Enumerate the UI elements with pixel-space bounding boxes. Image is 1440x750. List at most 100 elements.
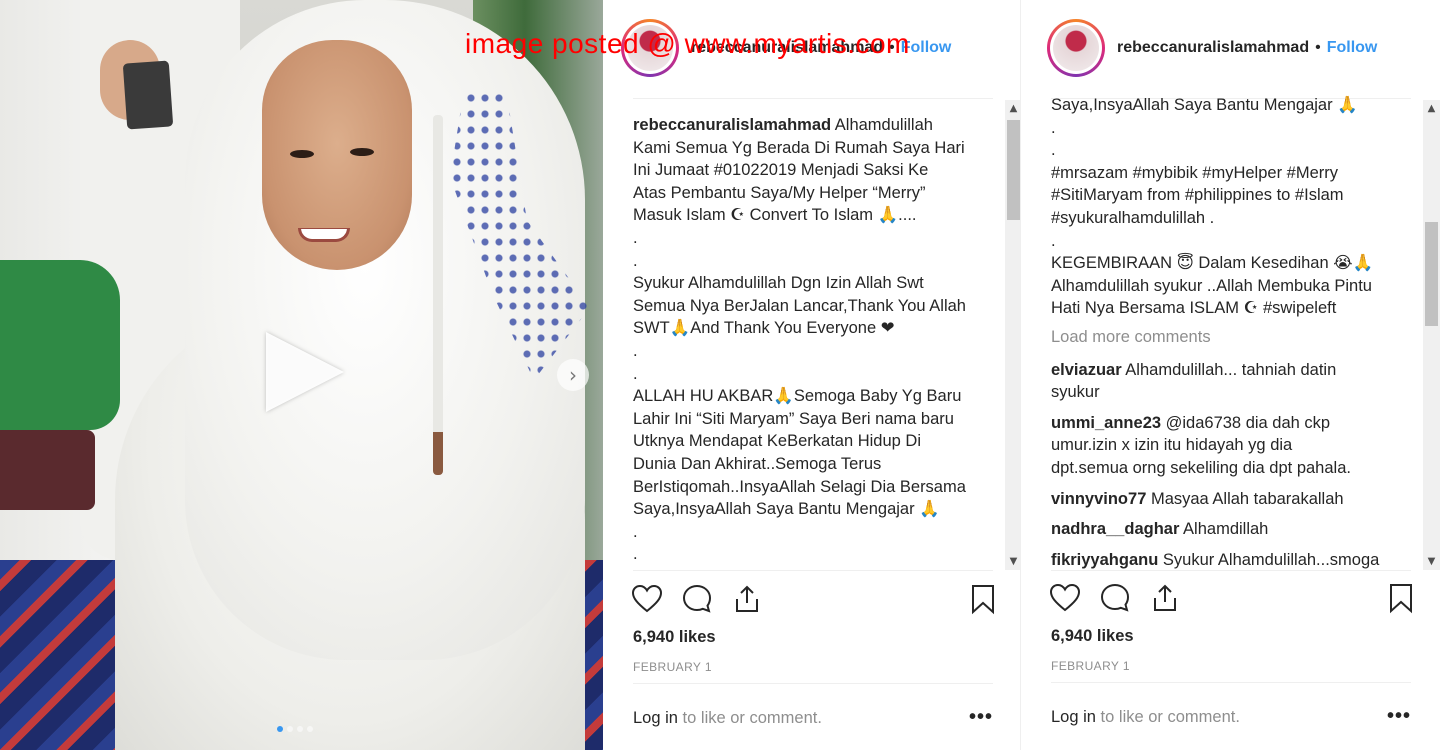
caption-text: . <box>633 228 638 247</box>
caption-text: . <box>633 341 638 360</box>
play-icon[interactable] <box>266 332 344 412</box>
caption-text: Ini Jumaat #01022019 Menjadi Saksi Ke <box>633 161 929 180</box>
caption-line: Kami Semua Yg Berada Di Rumah Saya Hari <box>633 137 1005 160</box>
caption-text: Atas Pembantu Saya/My Helper “Merry” <box>633 183 926 202</box>
caption-area[interactable]: Saya,InsyaAllah Saya Bantu Mengajar 🙏.. #… <box>1051 94 1423 570</box>
actions-divider <box>633 570 993 571</box>
comment-username[interactable]: vinnyvino77 <box>1051 490 1146 508</box>
caption-text: . <box>633 522 638 541</box>
post-panel-right: rebeccanuralislamahmad • Follow Saya,Ins… <box>1020 0 1440 750</box>
left-eye <box>290 150 314 158</box>
heart-icon[interactable] <box>1049 582 1081 614</box>
bookmark-icon[interactable] <box>1385 582 1417 614</box>
comment-icon[interactable] <box>1099 582 1131 614</box>
comment-text: umur.izin x izin itu hidayah yg dia <box>1051 436 1293 455</box>
caption-text: Saya,InsyaAllah Saya Bantu Mengajar 🙏 <box>633 500 940 519</box>
likes-count[interactable]: 6,940 likes <box>633 628 716 647</box>
caption-line: Ini Jumaat #01022019 Menjadi Saksi Ke <box>633 159 1005 182</box>
more-options-button[interactable]: ••• <box>1387 705 1411 728</box>
username[interactable]: rebeccanuralislamahmad <box>1117 39 1309 57</box>
load-more-comments-link[interactable]: Load more comments <box>1051 326 1423 349</box>
caption-text: . <box>1051 118 1056 137</box>
avatar[interactable] <box>1047 19 1105 77</box>
caption-line: rebeccanuralislamahmad Alhamdulillah <box>633 114 1005 137</box>
bookmark-icon[interactable] <box>967 583 999 615</box>
comment-icon[interactable] <box>681 583 713 615</box>
caption-line: . <box>633 363 1005 386</box>
caption-line: . <box>633 340 1005 363</box>
scroll-down-arrow[interactable]: ▼ <box>1423 553 1440 570</box>
follow-button[interactable]: Follow <box>1327 39 1378 57</box>
comment-username[interactable]: fikriyyahganu <box>1051 551 1158 569</box>
more-options-button[interactable]: ••• <box>969 706 993 729</box>
comment: vinnyvino77 Masyaa Allah tabarakallah <box>1051 488 1423 511</box>
caption-text: . <box>633 545 638 564</box>
background-phone <box>122 60 174 130</box>
post-date: FEBRUARY 1 <box>633 660 712 674</box>
caption-text: #mrsazam #mybibik #myHelper #Merry <box>1051 163 1338 182</box>
caption-line: Saya,InsyaAllah Saya Bantu Mengajar 🙏 <box>633 498 1005 521</box>
comment-line: vinnyvino77 Masyaa Allah tabarakallah <box>1051 488 1423 511</box>
comments-scrollbar[interactable]: ▲ ▼ <box>1423 100 1440 570</box>
scroll-thumb[interactable] <box>1425 222 1438 326</box>
caption-username[interactable]: rebeccanuralislamahmad <box>633 116 831 134</box>
comment: elviazuar Alhamdulillah... tahniah datin… <box>1051 359 1423 404</box>
caption-line: . <box>1051 139 1423 162</box>
smile <box>298 228 350 242</box>
caption-text: Saya,InsyaAllah Saya Bantu Mengajar 🙏 <box>1051 96 1358 114</box>
caption-line: . <box>633 543 1005 566</box>
caption-text: Dunia Dan Akhirat..Semoga Terus <box>633 454 882 473</box>
caption-line: #SitiMaryam from #philippines to #Islam <box>1051 184 1423 207</box>
caption-text: Lahir Ini “Siti Maryam” Saya Beri nama b… <box>633 409 954 428</box>
caption-text: Alhamdulillah <box>831 116 933 134</box>
login-link[interactable]: Log in <box>633 709 678 727</box>
comment-text: Alhamdulillah... tahniah datin <box>1121 360 1337 379</box>
caption-text: BerIstiqomah..InsyaAllah Selagi Dia Bers… <box>633 477 966 496</box>
caption-area[interactable]: rebeccanuralislamahmad Alhamdulillah Kami… <box>633 114 1005 570</box>
caption-line: BerIstiqomah..InsyaAllah Selagi Dia Bers… <box>633 476 1005 499</box>
header-divider <box>633 98 993 99</box>
post-date: FEBRUARY 1 <box>1051 659 1130 673</box>
chevron-right-icon[interactable]: › <box>557 359 589 391</box>
caption-line: Atas Pembantu Saya/My Helper “Merry” <box>633 182 1005 205</box>
caption-line: #syukuralhamdulillah . <box>1051 207 1423 230</box>
caption-line: Semua Nya BerJalan Lancar,Thank You Alla… <box>633 295 1005 318</box>
caption-line: ALLAH HU AKBAR🙏Semoga Baby Yg Baru <box>633 385 1005 408</box>
caption-text: . <box>1051 231 1056 250</box>
caption-line: Syukur Alhamdulillah Dgn Izin Allah Swt <box>633 272 1005 295</box>
footer-divider <box>1051 682 1411 683</box>
green-cloth <box>0 260 120 430</box>
action-bar <box>1049 582 1417 618</box>
caption-line: . <box>1051 117 1423 140</box>
caption-line: KEGEMBIRAAN 😇 Dalam Kesedihan 😭🙏 <box>1051 252 1423 275</box>
comment-username[interactable]: nadhra__daghar <box>1051 520 1179 538</box>
caption-text: . <box>633 251 638 270</box>
separator-dot: • <box>1315 39 1321 56</box>
caption-text: Utknya Mendapat KeBerkatan Hidup Di <box>633 432 921 451</box>
comment-username[interactable]: ummi_anne23 <box>1051 414 1161 432</box>
comment-username[interactable]: elviazuar <box>1051 361 1122 379</box>
post-media[interactable]: › <box>0 0 603 750</box>
comment-text: Masyaa Allah tabarakallah <box>1146 489 1344 508</box>
share-icon[interactable] <box>731 583 763 615</box>
comment-text: Syukur Alhamdulillah...smoga <box>1158 550 1380 569</box>
login-prompt: Log in to like or comment. <box>1051 708 1240 727</box>
watermark-text: image posted @ www.myartis.com <box>465 28 910 59</box>
login-link[interactable]: Log in <box>1051 708 1096 726</box>
action-bar <box>631 583 999 619</box>
comment: ummi_anne23 @ida6738 dia dah ckp umur.izi… <box>1051 412 1423 480</box>
carousel-dots <box>277 726 313 732</box>
scroll-up-arrow[interactable]: ▲ <box>1423 100 1440 117</box>
caption-text: #SitiMaryam from #philippines to #Islam <box>1051 186 1344 205</box>
caption-text: Masuk Islam ☪ Convert To Islam 🙏.... <box>633 206 917 225</box>
comment: fikriyyahganu Syukur Alhamdulillah...smo… <box>1051 549 1423 570</box>
caption-line: Utknya Mendapat KeBerkatan Hidup Di <box>633 430 1005 453</box>
caption-text: ALLAH HU AKBAR🙏Semoga Baby Yg Baru <box>633 387 962 406</box>
share-icon[interactable] <box>1149 582 1181 614</box>
scroll-thumb[interactable] <box>1007 120 1020 220</box>
heart-icon[interactable] <box>631 583 663 615</box>
comment-line: ummi_anne23 @ida6738 dia dah ckp <box>1051 412 1423 435</box>
likes-count[interactable]: 6,940 likes <box>1051 627 1134 646</box>
maroon-object <box>0 430 95 510</box>
caption-line: Hati Nya Bersama ISLAM ☪ #swipeleft <box>1051 297 1423 320</box>
